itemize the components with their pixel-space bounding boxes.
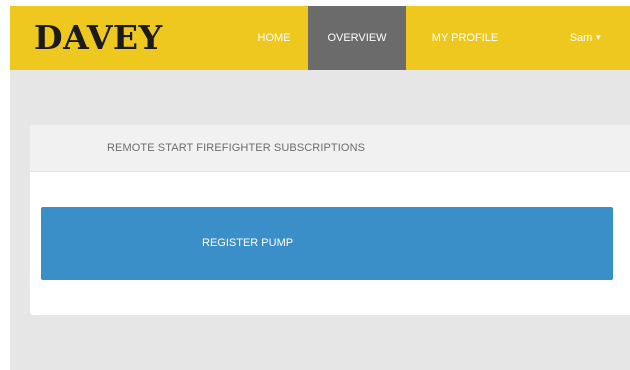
- panel-title: REMOTE START FIREFIGHTER SUBSCRIPTIONS: [107, 142, 366, 154]
- main-content: REMOTE START FIREFIGHTER SUBSCRIPTIONS R…: [10, 70, 630, 370]
- app-window: DAVEY HOME OVERVIEW MY PROFILE Sam ▼ REMO…: [0, 0, 630, 370]
- panel-heading: REMOTE START FIREFIGHTER SUBSCRIPTIONS: [30, 125, 630, 172]
- user-menu[interactable]: Sam ▼: [556, 6, 616, 70]
- user-name: Sam: [569, 32, 593, 44]
- nav-overview[interactable]: OVERVIEW: [308, 6, 406, 70]
- register-pump-label: REGISTER PUMP: [202, 237, 294, 249]
- nav-my-profile[interactable]: MY PROFILE: [410, 6, 520, 70]
- nav-home[interactable]: HOME: [242, 6, 306, 70]
- top-navbar: DAVEY HOME OVERVIEW MY PROFILE Sam ▼: [10, 6, 630, 70]
- register-pump-button[interactable]: REGISTER PUMP: [41, 207, 613, 280]
- caret-down-icon: ▼: [594, 33, 603, 42]
- brand-logo[interactable]: DAVEY: [34, 16, 163, 60]
- subscriptions-panel: REMOTE START FIREFIGHTER SUBSCRIPTIONS R…: [30, 125, 630, 315]
